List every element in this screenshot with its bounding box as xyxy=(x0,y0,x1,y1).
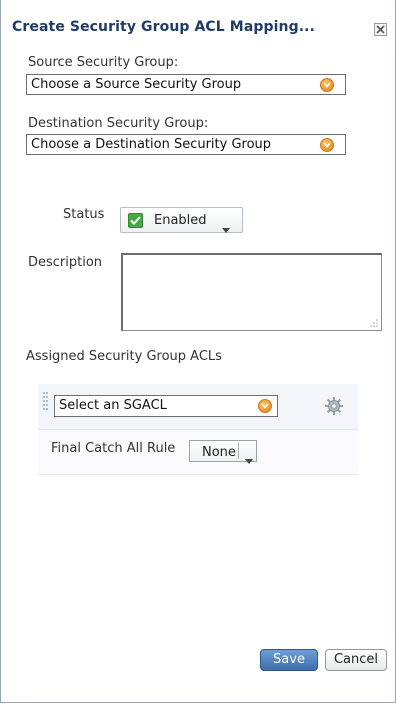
final-catch-all-label: Final Catch All Rule xyxy=(51,441,176,456)
chevron-down-icon xyxy=(320,138,334,152)
close-icon[interactable] xyxy=(374,21,387,36)
chevron-down-icon xyxy=(258,399,272,413)
status-label: Status xyxy=(63,207,105,222)
cancel-button[interactable]: Cancel xyxy=(325,649,387,671)
destination-security-group-value: Choose a Destination Security Group xyxy=(31,137,272,152)
destination-security-group-select[interactable]: Choose a Destination Security Group xyxy=(26,134,346,155)
drag-handle-icon[interactable] xyxy=(43,392,48,416)
destination-security-group-label: Destination Security Group: xyxy=(28,116,209,131)
description-label: Description xyxy=(28,255,103,270)
save-button[interactable]: Save xyxy=(260,649,318,671)
description-textarea[interactable] xyxy=(121,253,382,331)
sgacl-select-value: Select an SGACL xyxy=(59,398,167,413)
sgacl-select[interactable]: Select an SGACL xyxy=(54,395,278,417)
final-catch-all-select[interactable]: None xyxy=(189,440,257,464)
dialog-panel: Create Security Group ACL Mapping... Sou… xyxy=(0,0,396,703)
dialog-title: Create Security Group ACL Mapping... xyxy=(12,19,315,35)
caret-down-icon xyxy=(222,218,230,237)
status-toggle[interactable]: Enabled xyxy=(120,207,243,233)
status-value: Enabled xyxy=(154,213,207,228)
select-divider xyxy=(238,443,239,459)
resize-grip-icon[interactable] xyxy=(369,318,379,328)
source-security-group-select[interactable]: Choose a Source Security Group xyxy=(26,74,346,95)
assigned-sgacls-label: Assigned Security Group ACLs xyxy=(26,349,222,364)
source-security-group-label: Source Security Group: xyxy=(28,55,179,70)
source-security-group-value: Choose a Source Security Group xyxy=(31,77,242,92)
caret-down-icon xyxy=(245,449,253,468)
checkmark-icon xyxy=(128,213,143,228)
gear-icon[interactable] xyxy=(325,397,343,419)
chevron-down-icon xyxy=(320,78,334,92)
sgacl-row: Select an SGACL xyxy=(38,384,358,430)
final-catch-all-value: None xyxy=(202,445,236,460)
sgacl-list: Select an SGACL Final Catch All Rule Non… xyxy=(38,384,358,475)
